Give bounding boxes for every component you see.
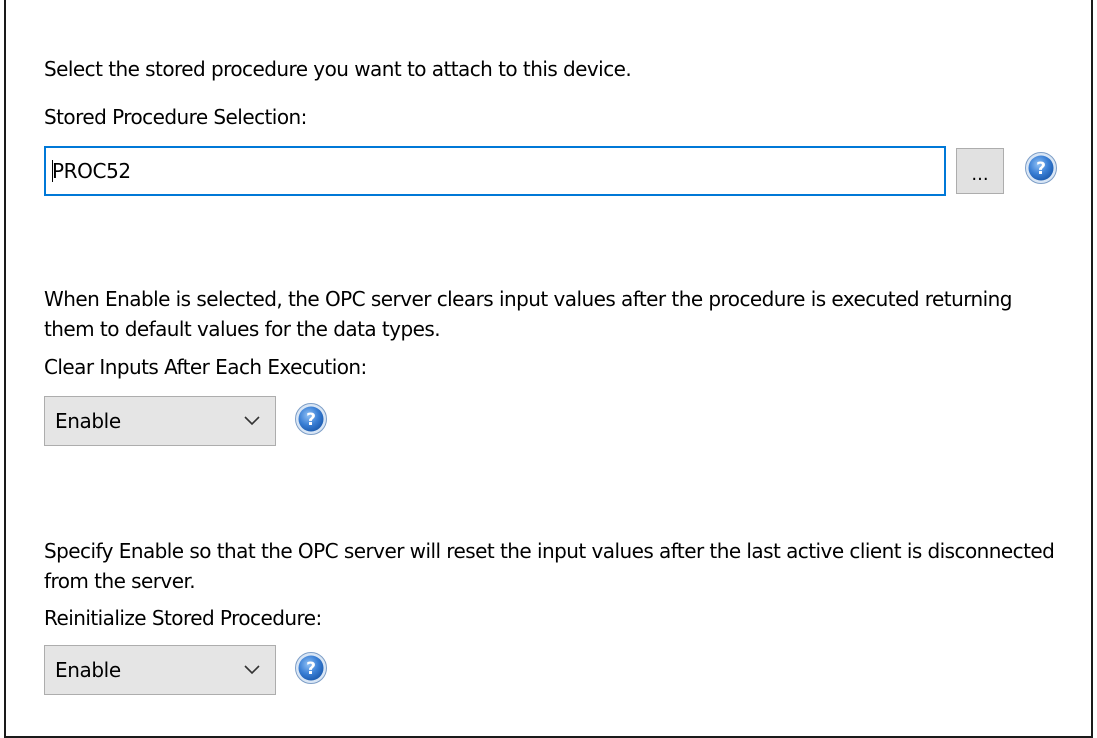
svg-text:?: ? — [306, 659, 316, 679]
browse-button[interactable]: ... — [956, 148, 1004, 194]
clear-inputs-selected: Enable — [55, 409, 121, 433]
chevron-down-icon — [244, 416, 260, 426]
reinitialize-description: Specify Enable so that the OPC server wi… — [44, 539, 1055, 593]
svg-text:?: ? — [306, 410, 316, 430]
help-icon[interactable]: ? — [294, 651, 328, 685]
clear-inputs-dropdown[interactable]: Enable — [44, 396, 276, 446]
clear-inputs-label: Clear Inputs After Each Execution: — [44, 355, 367, 379]
svg-text:?: ? — [1036, 159, 1046, 179]
chevron-down-icon — [244, 665, 260, 675]
reinitialize-label: Reinitialize Stored Procedure: — [44, 606, 322, 630]
help-icon[interactable]: ? — [294, 402, 328, 436]
stored-procedure-value: PROC52 — [52, 159, 131, 183]
reinitialize-selected: Enable — [55, 658, 121, 682]
procedure-label: Stored Procedure Selection: — [44, 105, 307, 129]
reinitialize-dropdown[interactable]: Enable — [44, 645, 276, 695]
stored-procedure-input[interactable]: PROC52 — [44, 146, 946, 196]
help-icon[interactable]: ? — [1024, 151, 1058, 185]
procedure-description: Select the stored procedure you want to … — [44, 57, 632, 81]
text-caret — [52, 160, 53, 182]
clear-inputs-description: When Enable is selected, the OPC server … — [44, 287, 1013, 341]
